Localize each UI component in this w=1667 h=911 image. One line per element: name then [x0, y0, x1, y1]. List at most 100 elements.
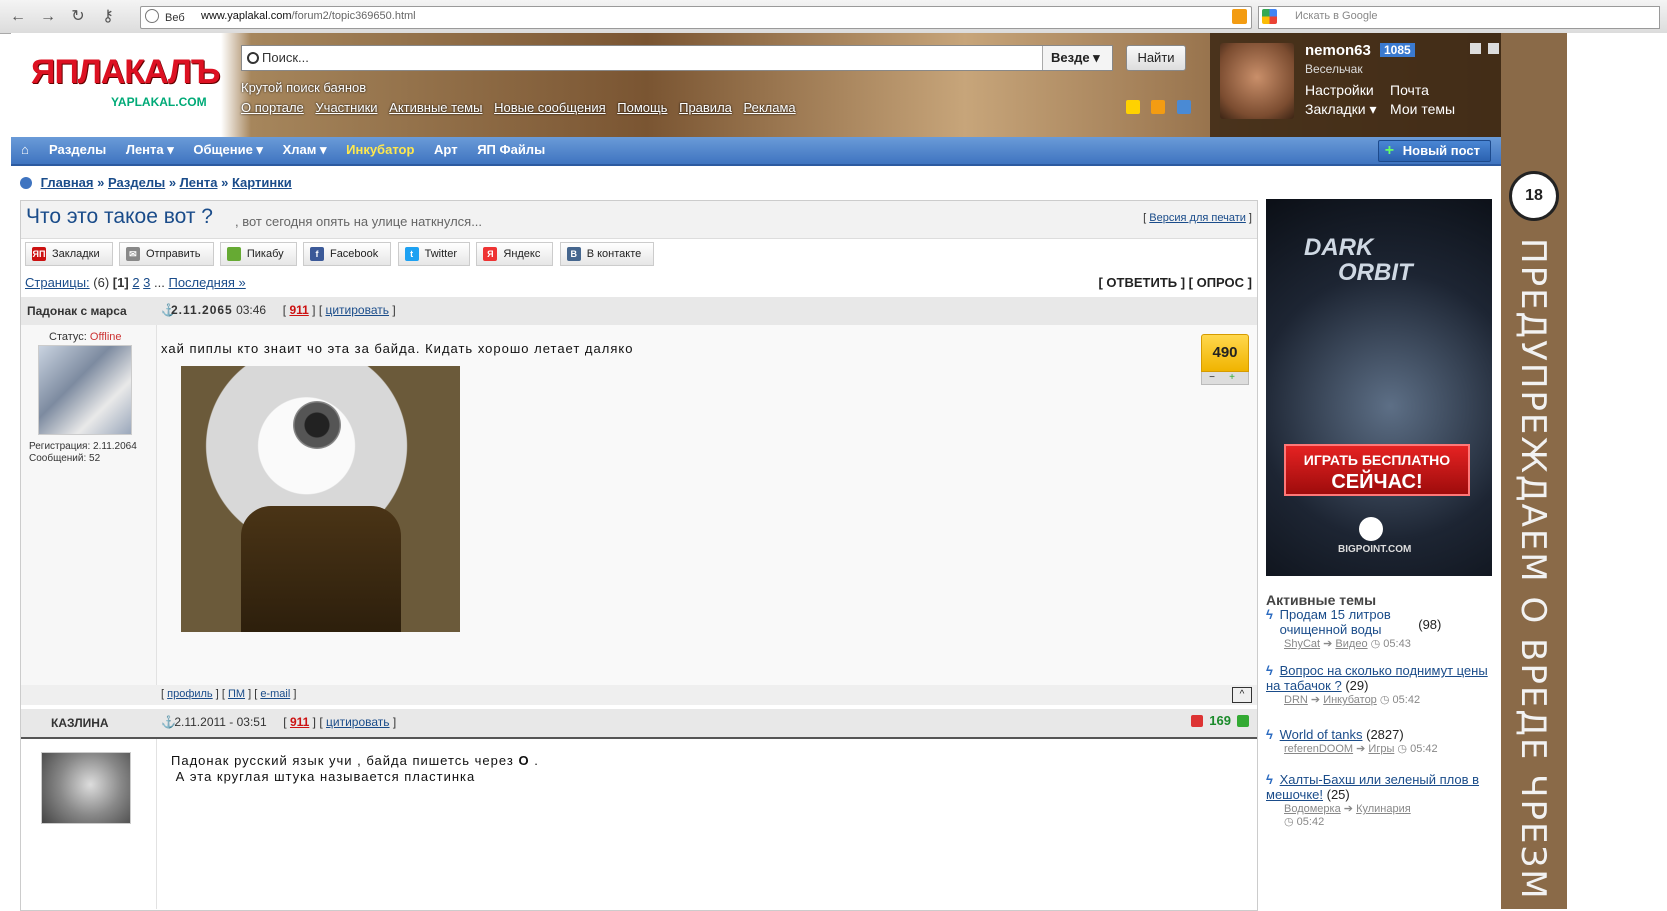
top-link-rules[interactable]: Правила: [679, 100, 732, 115]
email-link[interactable]: e-mail: [260, 688, 290, 700]
home-icon[interactable]: ⌂: [21, 142, 29, 157]
search-button[interactable]: Найти: [1126, 45, 1186, 71]
post-avatar[interactable]: [41, 752, 131, 824]
nav-talk[interactable]: Общение ▾: [193, 142, 263, 157]
settings-link[interactable]: Настройки: [1305, 81, 1377, 100]
active-thread: ϟ Халты-Бахш или зеленый плов в мешочке!…: [1266, 772, 1496, 828]
logout-icon[interactable]: [1488, 43, 1499, 54]
site-logo[interactable]: ЯПЛАКАЛЪ YAPLAKAL.COM: [31, 53, 220, 109]
new-post-button[interactable]: Новый пост: [1377, 140, 1491, 162]
star-icon[interactable]: [1126, 100, 1140, 114]
pm-link[interactable]: ПМ: [228, 688, 245, 700]
page-scrollbar[interactable]: [1567, 33, 1667, 909]
post-author-info: [21, 739, 157, 909]
thread-link[interactable]: Продам 15 литров очищенной воды: [1280, 607, 1415, 637]
thumbs-down-icon[interactable]: [1191, 715, 1204, 727]
page-2[interactable]: 2: [132, 275, 139, 290]
twitter-icon: t: [404, 247, 419, 261]
share-facebook-button[interactable]: f Facebook: [302, 242, 392, 266]
site-search-input[interactable]: Поиск... Везде ▾: [241, 45, 1113, 71]
tagline[interactable]: Крутой поиск баянов: [241, 80, 366, 95]
bookmarks-link[interactable]: Закладки ▾: [1305, 100, 1377, 119]
thread-link[interactable]: Халты-Бахш или зеленый плов в мешочке!: [1266, 772, 1479, 802]
browser-search-placeholder: Искать в Google: [1295, 10, 1378, 22]
post-number[interactable]: 911: [290, 715, 309, 729]
nav-art[interactable]: Арт: [434, 142, 458, 157]
share-yandex-button[interactable]: Я Яндекс: [476, 242, 554, 266]
crumb-pictures[interactable]: Картинки: [232, 175, 292, 190]
my-topics-link[interactable]: Мои темы: [1390, 100, 1455, 119]
post-body: Падонак русский язык учи , байда пишетсь…: [157, 739, 1257, 909]
crumb-feed[interactable]: Лента: [180, 175, 218, 190]
thread-link[interactable]: World of tanks: [1280, 727, 1363, 742]
thread-link[interactable]: Вопрос на сколько поднимут цены на табач…: [1266, 663, 1488, 693]
browser-search-box[interactable]: Искать в Google: [1258, 6, 1660, 29]
topic-container: Что это такое вот ? , вот сегодня опять …: [20, 200, 1258, 911]
rating-value: 490: [1201, 334, 1249, 372]
rss-icon[interactable]: [1232, 9, 1247, 24]
top-link-about[interactable]: О портале: [241, 100, 304, 115]
top-link-new[interactable]: Новые сообщения: [494, 100, 606, 115]
minus-icon[interactable]: −: [1202, 372, 1222, 384]
crumb-home[interactable]: Главная: [41, 175, 94, 190]
page-3[interactable]: 3: [143, 275, 150, 290]
nav-feed[interactable]: Лента ▾: [126, 142, 174, 157]
scroll-top-icon[interactable]: ^: [1232, 687, 1252, 703]
user-links-right: Почта Мои темы: [1390, 81, 1455, 119]
nav-incubator[interactable]: Инкубатор: [346, 142, 414, 157]
ad-cta-button[interactable]: ИГРАТЬ БЕСПЛАТНО СЕЙЧАС!: [1284, 444, 1470, 496]
print-version-link[interactable]: [ Версия для печати ]: [1143, 212, 1252, 224]
username[interactable]: nemon63: [1305, 42, 1371, 59]
bolt-icon: ϟ: [1266, 607, 1273, 622]
warning-text: ПРЕДУПРЕЖДАЕМ О ВРЕДЕ ЧРЕЗМ: [1513, 238, 1553, 901]
quote-link[interactable]: цитировать: [325, 303, 389, 317]
ad-banner[interactable]: DARK ORBIT ИГРАТЬ БЕСПЛАТНО СЕЙЧАС! BIGPO…: [1266, 199, 1492, 576]
browser-toolbar: ← → ↻ ⚷ Веб www.yaplakal.com/forum2/topi…: [0, 0, 1667, 34]
share-twitter-button[interactable]: t Twitter: [397, 242, 471, 266]
top-link-help[interactable]: Помощь: [617, 100, 667, 115]
post-author[interactable]: Падонак с марса: [27, 304, 127, 318]
forward-arrow-icon[interactable]: →: [38, 7, 58, 27]
mail-link[interactable]: Почта: [1390, 81, 1455, 100]
nav-junk[interactable]: Хлам ▾: [283, 142, 327, 157]
share-bookmarks-button[interactable]: ЯП Закладки: [25, 242, 113, 266]
top-link-active[interactable]: Активные темы: [389, 100, 482, 115]
nav-files[interactable]: ЯП Файлы: [477, 142, 545, 157]
post-author[interactable]: КАЗЛИНА: [51, 716, 109, 730]
reply-poll-links[interactable]: [ ОТВЕТИТЬ ] [ ОПРОС ]: [1098, 275, 1252, 290]
search-scope-select[interactable]: Везде ▾: [1042, 46, 1112, 70]
rss-feed-icon[interactable]: [1151, 100, 1166, 114]
breadcrumb: Главная » Разделы » Лента » Картинки: [20, 175, 292, 190]
quote-link[interactable]: цитировать: [326, 715, 390, 729]
crumb-sections[interactable]: Разделы: [108, 175, 165, 190]
top-link-members[interactable]: Участники: [315, 100, 377, 115]
header-icons: [1126, 100, 1199, 117]
post-image[interactable]: [181, 366, 460, 632]
top-link-ads[interactable]: Реклама: [744, 100, 796, 115]
pikabu-icon: [226, 247, 241, 261]
bolt-icon: ϟ: [1266, 663, 1273, 678]
pages-label[interactable]: Страницы:: [25, 275, 90, 290]
key-icon[interactable]: ⚷: [98, 7, 118, 27]
page-last[interactable]: Последняя »: [168, 275, 245, 290]
post-number[interactable]: 911: [289, 303, 308, 317]
user-avatar[interactable]: [1220, 43, 1294, 119]
post-header: КАЗЛИНА ⚓ 2.11.2011 - 03:51 [ 911 ] [ ци…: [21, 708, 1257, 739]
profile-link[interactable]: профиль: [167, 688, 213, 700]
add-icon[interactable]: [1470, 43, 1481, 54]
pencil-icon[interactable]: [1176, 100, 1191, 114]
anchor-icon[interactable]: ⚓: [161, 303, 176, 317]
anchor-icon[interactable]: ⚓: [161, 715, 176, 729]
share-pikabu-button[interactable]: Пикабу: [219, 242, 297, 266]
thumbs-up-icon[interactable]: [1237, 715, 1249, 727]
plus-icon[interactable]: +: [1222, 372, 1242, 384]
share-send-button[interactable]: ✉ Отправить: [118, 242, 214, 266]
google-icon[interactable]: [1262, 9, 1277, 24]
share-vk-button[interactable]: ВВ контакте: [559, 242, 655, 266]
nav-sections[interactable]: Разделы: [49, 142, 106, 157]
pagination: Страницы: (6) [1] 2 3 ... Последняя »: [25, 275, 246, 290]
post-avatar[interactable]: [38, 345, 132, 435]
back-arrow-icon[interactable]: ←: [8, 7, 28, 27]
reload-icon[interactable]: ↻: [68, 7, 88, 27]
address-bar[interactable]: Веб www.yaplakal.com/forum2/topic369650.…: [140, 6, 1252, 29]
